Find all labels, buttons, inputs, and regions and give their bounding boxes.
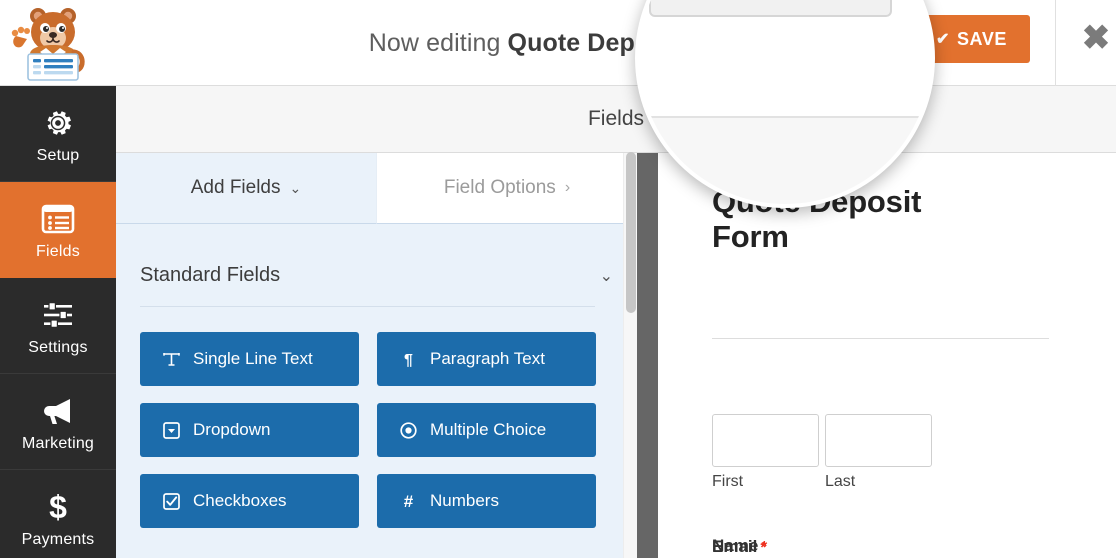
- magnifier-bg-bottom: [639, 117, 931, 204]
- sliders-icon: [41, 295, 75, 335]
- section-title: Standard Fields: [140, 264, 281, 286]
- standard-fields-grid: Single Line Text ¶ Paragraph Text Dropdo…: [140, 332, 616, 528]
- panel-scrollbar-thumb[interactable]: [626, 152, 636, 313]
- radio-dot-icon: [399, 421, 417, 439]
- preview-input-last-name[interactable]: [825, 414, 932, 467]
- preview-divider: [712, 338, 1049, 339]
- magnifier-content: </> EMBED: [639, 0, 931, 204]
- chevron-down-icon: ⌄: [289, 179, 302, 196]
- field-button-paragraph-text[interactable]: ¶ Paragraph Text: [377, 332, 596, 386]
- header-divider: [1055, 0, 1056, 86]
- field-button-label: Checkboxes: [193, 491, 287, 510]
- field-button-label: Dropdown: [193, 420, 271, 439]
- svg-text:$: $: [49, 490, 67, 524]
- form-preview: Quote Deposit Form Name* First Last Emai…: [658, 153, 1116, 558]
- panel-tabs: Add Fields ⌄ Field Options ›: [116, 153, 637, 224]
- sidebar-item-label: Settings: [28, 338, 88, 356]
- sidebar-item-label: Fields: [36, 242, 80, 260]
- tab-field-options-label: Field Options: [443, 177, 556, 198]
- sidebar-item-label: Setup: [36, 146, 80, 164]
- list-form-icon: [41, 199, 75, 239]
- left-sidebar: Setup Fields Settings Marketing $ Paymen…: [0, 86, 116, 558]
- form-builder-screen: Now editing Quote Deposi </> EMBED ✔ SAV…: [0, 0, 1116, 558]
- field-button-numbers[interactable]: # Numbers: [377, 474, 596, 528]
- close-glyph: ✖: [1081, 19, 1111, 57]
- sidebar-item-label: Payments: [21, 530, 95, 548]
- chevron-down-icon: ⌄: [599, 267, 613, 285]
- hash-icon: #: [399, 493, 417, 510]
- close-icon[interactable]: ✖: [1078, 20, 1114, 56]
- page-title: Fields: [587, 107, 645, 130]
- required-asterisk: *: [760, 539, 767, 556]
- preview-field-email-text: Email: [712, 537, 758, 556]
- editing-prefix: Now editing: [368, 29, 508, 57]
- add-fields-panel: Add Fields ⌄ Field Options › Standard Fi…: [116, 153, 637, 558]
- field-button-dropdown[interactable]: Dropdown: [140, 403, 359, 457]
- magnifier-lens: </> EMBED: [635, 0, 935, 208]
- preview-sublabel-last: Last: [825, 473, 856, 490]
- panel-divider-handle[interactable]: [637, 153, 658, 558]
- field-button-checkboxes[interactable]: Checkboxes: [140, 474, 359, 528]
- sidebar-item-setup[interactable]: Setup: [0, 86, 116, 182]
- field-button-label: Paragraph Text: [430, 349, 545, 368]
- tab-add-fields-label: Add Fields: [190, 177, 281, 198]
- field-button-label: Single Line Text: [193, 349, 313, 368]
- sidebar-item-settings[interactable]: Settings: [0, 278, 116, 374]
- check-icon: ✔: [935, 31, 950, 48]
- dollar-icon: $: [44, 487, 72, 527]
- top-header-bar: Now editing Quote Deposi </> EMBED ✔ SAV…: [0, 0, 1116, 86]
- field-button-multiple-choice[interactable]: Multiple Choice: [377, 403, 596, 457]
- tab-add-fields[interactable]: Add Fields ⌄: [116, 153, 376, 224]
- sidebar-item-payments[interactable]: $ Payments: [0, 470, 116, 558]
- preview-input-first-name[interactable]: [712, 414, 819, 467]
- checkbox-checked-icon: [162, 492, 180, 510]
- gear-icon: [41, 103, 75, 143]
- sidebar-item-label: Marketing: [21, 434, 95, 452]
- svg-text:#: #: [403, 493, 413, 510]
- megaphone-icon: [40, 391, 76, 431]
- field-button-single-line-text[interactable]: Single Line Text: [140, 332, 359, 386]
- field-button-label: Numbers: [430, 491, 499, 510]
- preview-sublabel-first: First: [712, 473, 744, 490]
- text-width-icon: [162, 352, 180, 367]
- chevron-right-icon: ›: [564, 179, 571, 196]
- magnified-embed-button[interactable]: </> EMBED: [649, 0, 892, 17]
- wpforms-sullie-mascot-logo: [6, 2, 92, 84]
- tab-field-options[interactable]: Field Options ›: [376, 153, 637, 224]
- svg-text:¶: ¶: [404, 352, 413, 367]
- caret-square-down-icon: [162, 421, 180, 439]
- paragraph-icon: ¶: [399, 351, 417, 367]
- standard-fields-section-header[interactable]: Standard Fields ⌄: [140, 264, 613, 287]
- magnifier-bg-rule: [639, 116, 931, 118]
- sidebar-item-fields[interactable]: Fields: [0, 182, 116, 278]
- section-divider: [140, 306, 595, 307]
- magnifier-bg-top: [639, 0, 931, 117]
- panel-titlebar: Fields: [116, 86, 1116, 153]
- save-button-label: SAVE: [956, 28, 1008, 49]
- preview-field-label-email[interactable]: Email *: [712, 537, 766, 557]
- field-button-label: Multiple Choice: [430, 420, 547, 439]
- sidebar-item-marketing[interactable]: Marketing: [0, 374, 116, 470]
